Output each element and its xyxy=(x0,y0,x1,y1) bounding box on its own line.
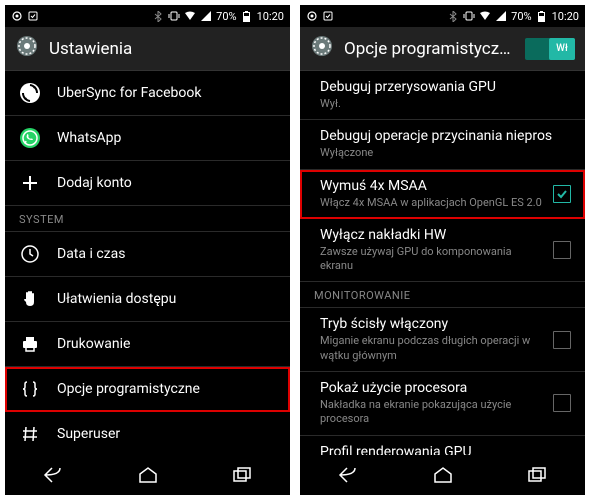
wifi-icon xyxy=(479,10,491,22)
braces-icon xyxy=(19,378,41,400)
setting-title: Debuguj przerysowania GPU xyxy=(320,79,571,95)
account-ubersync[interactable]: UberSync for Facebook xyxy=(5,71,290,116)
setting-subtitle: Wyłączone xyxy=(320,146,571,160)
setting-title: Debuguj operacje przycinania niepros xyxy=(320,128,571,144)
battery-level: 70% xyxy=(216,10,236,23)
back-button[interactable] xyxy=(28,460,78,490)
master-toggle[interactable]: Wł xyxy=(525,38,575,60)
setting-title: Wyłącz nakładki HW xyxy=(320,227,543,243)
setting-title: Wymuś 4x MSAA xyxy=(320,178,543,194)
checkbox[interactable] xyxy=(553,394,571,412)
status-bar: 70% 10:20 xyxy=(5,5,290,27)
bluetooth-icon xyxy=(152,10,164,22)
page-title: Opcje programistyczne xyxy=(344,39,515,59)
account-whatsapp[interactable]: WhatsApp xyxy=(5,116,290,161)
status-bar: 70% 10:20 xyxy=(300,5,585,27)
signal-icon xyxy=(495,10,507,22)
ubersync-icon xyxy=(19,82,41,104)
clock-icon xyxy=(19,243,41,265)
item-label: Dodaj konto xyxy=(57,175,132,191)
settings-icon xyxy=(15,34,39,63)
superuser[interactable]: Superuser xyxy=(5,412,290,455)
developer-options[interactable]: Opcje programistyczne xyxy=(5,367,290,412)
app-header[interactable]: Ustawienia xyxy=(5,27,290,71)
accessibility[interactable]: Ułatwienia dostępu xyxy=(5,277,290,322)
battery-icon xyxy=(536,10,548,22)
battery-level: 70% xyxy=(511,10,531,23)
back-button[interactable] xyxy=(323,460,373,490)
checkbox[interactable] xyxy=(553,241,571,259)
vibrate-icon xyxy=(463,10,475,22)
notification-icon xyxy=(306,10,318,22)
plus-icon xyxy=(19,172,41,194)
notification-icon xyxy=(11,10,23,22)
setting-subtitle: Nakładka na ekranie pokazująca użycie pr… xyxy=(320,398,543,427)
setting-subtitle: Wył. xyxy=(320,97,571,111)
show-cpu-usage[interactable]: Pokaż użycie procesora Nakładka na ekran… xyxy=(300,372,585,436)
notification-icon-2 xyxy=(27,10,39,22)
debug-gpu-overdraw[interactable]: Debuguj przerysowania GPU Wył. xyxy=(300,71,585,120)
checkbox[interactable] xyxy=(553,185,571,203)
settings-icon xyxy=(310,34,334,63)
add-account[interactable]: Dodaj konto xyxy=(5,161,290,206)
item-label: Drukowanie xyxy=(57,336,130,352)
section-monitoring: MONITOROWANIE xyxy=(300,282,585,308)
signal-icon xyxy=(200,10,212,22)
nav-bar xyxy=(300,455,585,495)
item-label: Ułatwienia dostępu xyxy=(57,291,176,307)
disable-hw-overlays[interactable]: Wyłącz nakładki HW Zawsze używaj GPU do … xyxy=(300,219,585,283)
checkbox[interactable] xyxy=(553,331,571,349)
gpu-render-profile[interactable]: Profil renderowania GPU Wyłączone xyxy=(300,436,585,455)
setting-title: Profil renderowania GPU xyxy=(320,444,571,455)
recent-button[interactable] xyxy=(218,460,268,490)
whatsapp-icon xyxy=(19,127,41,149)
clock-time: 10:20 xyxy=(257,10,284,23)
wifi-icon xyxy=(184,10,196,22)
printing[interactable]: Drukowanie xyxy=(5,322,290,367)
phone-left: 70% 10:20 Ustawienia UberSync for Facebo… xyxy=(5,5,290,495)
printer-icon xyxy=(19,333,41,355)
item-label: Opcje programistyczne xyxy=(57,381,200,397)
vibrate-icon xyxy=(168,10,180,22)
setting-title: Pokaż użycie procesora xyxy=(320,380,543,396)
toggle-thumb: Wł xyxy=(549,38,575,60)
setting-subtitle: Zawsze używaj GPU do komponowania ekranu xyxy=(320,245,543,274)
item-label: WhatsApp xyxy=(57,130,121,146)
item-label: Data i czas xyxy=(57,246,125,262)
date-time[interactable]: Data i czas xyxy=(5,232,290,277)
section-system: SYSTEM xyxy=(5,206,290,232)
strict-mode[interactable]: Tryb ścisły włączony Miganie ekranu podc… xyxy=(300,308,585,372)
force-4x-msaa[interactable]: Wymuś 4x MSAA Włącz 4x MSAA w aplikacjac… xyxy=(300,170,585,219)
app-header[interactable]: Opcje programistyczne Wł xyxy=(300,27,585,71)
settings-list: Debuguj przerysowania GPU Wył. Debuguj o… xyxy=(300,71,585,455)
item-label: Superuser xyxy=(57,426,120,442)
settings-list: UberSync for Facebook WhatsApp Dodaj kon… xyxy=(5,71,290,455)
home-button[interactable] xyxy=(123,460,173,490)
item-label: UberSync for Facebook xyxy=(57,85,201,101)
clock-time: 10:20 xyxy=(552,10,579,23)
hash-icon xyxy=(19,423,41,445)
phone-right: 70% 10:20 Opcje programistyczne Wł Debug… xyxy=(300,5,585,495)
setting-subtitle: Włącz 4x MSAA w aplikacjach OpenGL ES 2.… xyxy=(320,196,543,210)
setting-subtitle: Miganie ekranu podczas długich operacji … xyxy=(320,334,543,363)
debug-non-rect-clip[interactable]: Debuguj operacje przycinania niepros Wył… xyxy=(300,120,585,169)
notification-icon-2 xyxy=(322,10,334,22)
hand-icon xyxy=(19,288,41,310)
nav-bar xyxy=(5,455,290,495)
bluetooth-icon xyxy=(447,10,459,22)
page-title: Ustawienia xyxy=(49,39,280,59)
battery-icon xyxy=(241,10,253,22)
setting-title: Tryb ścisły włączony xyxy=(320,316,543,332)
recent-button[interactable] xyxy=(513,460,563,490)
home-button[interactable] xyxy=(418,460,468,490)
